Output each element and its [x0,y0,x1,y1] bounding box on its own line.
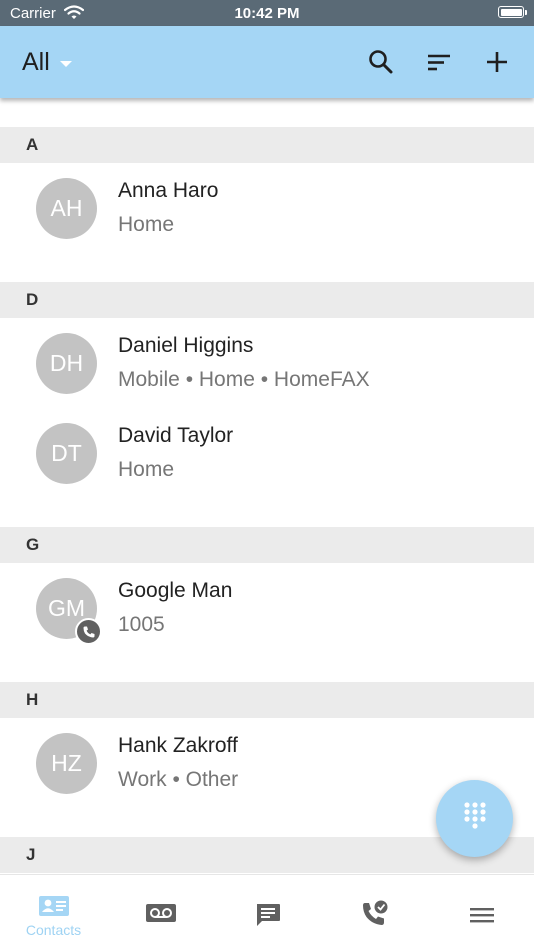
contact-name: David Taylor [118,424,234,447]
nav-contacts-label: Contacts [25,922,82,938]
status-bar: Carrier 10:42 PM [0,0,534,26]
contact-name: Anna Haro [118,179,219,202]
contact-detail: Home [118,458,175,481]
section-header: G [0,527,534,563]
call-history-icon [360,899,390,934]
nav-menu[interactable] [428,875,534,951]
voicemail-icon [145,903,177,928]
contact-name: Hank Zakroff [118,734,238,757]
contact-detail: 1005 [118,613,165,636]
contact-row[interactable]: DT David Taylor Home [0,407,534,497]
message-icon [254,901,282,934]
nav-contacts[interactable]: Contacts [0,875,107,951]
search-icon[interactable] [367,48,395,76]
contact-detail: Work • Other [118,768,239,791]
bottom-nav: Contacts [0,874,534,950]
avatar: AH [36,178,97,239]
nav-messages[interactable] [214,875,321,951]
phone-icon [75,618,102,645]
contact-name: Daniel Higgins [118,334,254,357]
section-header: A [0,127,534,163]
avatar: DT [36,423,97,484]
dialpad-icon [463,801,487,836]
dialpad-button[interactable] [436,780,513,857]
avatar: DH [36,333,97,394]
battery-icon [498,6,527,18]
sort-icon[interactable] [425,48,453,76]
contact-row[interactable]: AH Anna Haro Home [0,162,534,252]
contacts-icon [38,895,70,922]
app-bar: All [0,26,534,98]
nav-call-history[interactable] [321,875,428,951]
contact-detail: Home [118,213,175,236]
nav-voicemail[interactable] [107,875,214,951]
contact-row[interactable]: GM Google Man 1005 [0,562,534,652]
filter-label: All [22,47,50,76]
avatar: HZ [36,733,97,794]
contact-name: Google Man [118,579,233,602]
contact-row[interactable]: DH Daniel Higgins Mobile • Home • HomeFA… [0,317,534,407]
section-header: D [0,282,534,318]
menu-icon [469,906,495,929]
filter-dropdown[interactable]: All [22,47,72,77]
add-contact-icon[interactable] [483,48,511,76]
section-header: H [0,682,534,718]
caret-down-icon [59,61,72,67]
contact-detail: Mobile • Home • HomeFAX [118,368,370,391]
status-time: 10:42 PM [234,5,300,22]
